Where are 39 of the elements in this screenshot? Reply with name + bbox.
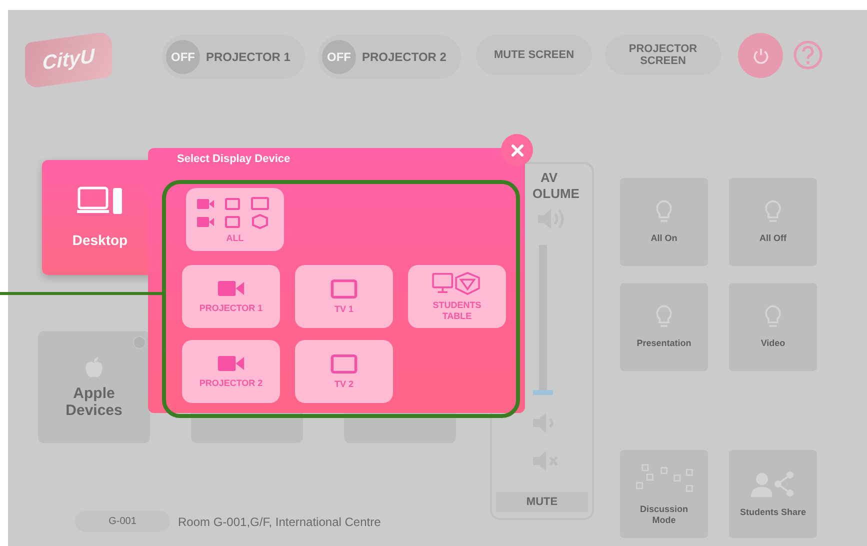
screen-icon bbox=[330, 278, 358, 299]
device-tile[interactable]: STUDENTS TABLE bbox=[408, 265, 506, 328]
volume-title: OLUME bbox=[532, 186, 580, 202]
scene-tile[interactable]: Video bbox=[729, 283, 817, 371]
room-name: Room G-001,G/F, International Centre bbox=[178, 514, 381, 528]
device-tile[interactable]: TV 2 bbox=[295, 340, 393, 403]
device-tile[interactable]: PROJECTOR 2 bbox=[182, 340, 280, 403]
monitor-table-icon bbox=[432, 272, 482, 296]
dialog-title: Select Display Device bbox=[177, 153, 290, 165]
source-tile[interactable]: Apple Devices bbox=[38, 331, 150, 443]
header-button[interactable]: MUTE SCREEN bbox=[476, 35, 592, 75]
room-code: G-001 bbox=[75, 511, 170, 532]
scene-tile[interactable]: Discussion Mode bbox=[620, 450, 708, 538]
video-camera-icon bbox=[217, 354, 245, 374]
toggle-label: PROJECTOR 1 bbox=[206, 50, 290, 64]
help-icon[interactable] bbox=[793, 40, 823, 70]
device-tile[interactable]: TV 1 bbox=[295, 265, 393, 328]
scene-tile[interactable]: All Off bbox=[729, 178, 817, 266]
toggle-button[interactable]: OFF PROJECTOR 1 bbox=[162, 35, 305, 79]
scene-tile[interactable]: All On bbox=[620, 178, 708, 266]
header-button[interactable]: PROJECTOR SCREEN bbox=[605, 35, 721, 75]
power-icon bbox=[752, 46, 770, 64]
state-badge: OFF bbox=[166, 40, 200, 74]
scene-tile[interactable]: Presentation bbox=[620, 283, 708, 371]
toggle-label: PROJECTOR 2 bbox=[362, 50, 446, 64]
logo: CityU bbox=[25, 30, 112, 90]
scene-tile[interactable]: Students Share bbox=[729, 450, 817, 538]
device-tile[interactable]: PROJECTOR 1 bbox=[182, 265, 280, 328]
slider-thumb[interactable] bbox=[533, 390, 553, 396]
volume-title: AV bbox=[539, 170, 558, 186]
device-tile[interactable]: ALL bbox=[186, 188, 284, 251]
mute-button[interactable]: MUTE bbox=[496, 492, 588, 512]
video-camera-icon bbox=[217, 279, 245, 298]
computer-icon bbox=[77, 186, 123, 216]
power-button[interactable] bbox=[738, 33, 783, 78]
screen-icon bbox=[330, 354, 358, 374]
close-icon bbox=[510, 144, 524, 156]
state-badge: OFF bbox=[322, 40, 356, 74]
toggle-button[interactable]: OFF PROJECTOR 2 bbox=[318, 35, 461, 79]
